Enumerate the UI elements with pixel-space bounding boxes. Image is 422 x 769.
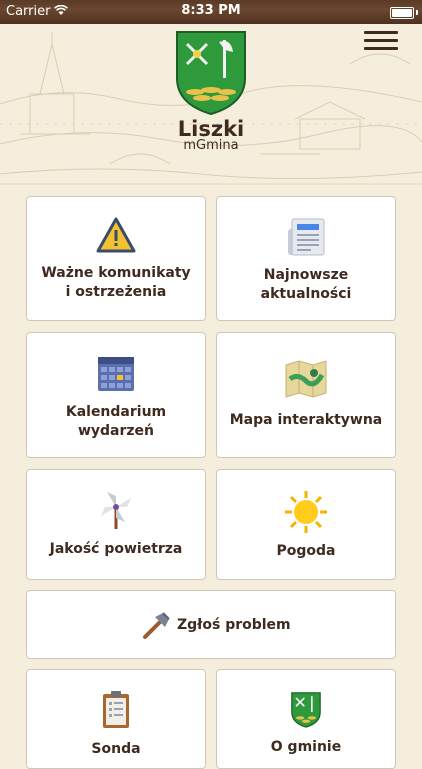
clock: 8:33 PM <box>181 3 241 18</box>
newspaper-icon <box>288 218 325 256</box>
status-bar: Carrier 8:33 PM <box>0 0 422 24</box>
battery-cap <box>416 10 418 15</box>
tile-alerts-label-line2: i ostrzeżenia <box>65 284 167 300</box>
app-subtitle: mGmina <box>183 138 239 153</box>
tile-alerts-label: Ważne komunikaty i ostrzeżenia <box>33 264 199 302</box>
tile-air-quality[interactable]: Jakość powietrza <box>26 469 206 580</box>
tile-alerts[interactable]: Ważne komunikaty i ostrzeżenia <box>26 196 206 321</box>
tile-calendar[interactable]: Kalendarium wydarzeń <box>26 332 206 458</box>
tile-about-label: O gminie <box>270 739 342 755</box>
pinwheel-icon <box>101 492 131 529</box>
menu-icon[interactable] <box>364 30 398 52</box>
tile-report-problem[interactable]: Zgłoś problem <box>26 590 396 659</box>
map-icon <box>285 360 327 398</box>
tile-poll[interactable]: Sonda <box>26 669 206 769</box>
tile-news-label-line1: Najnowsze <box>263 267 349 283</box>
tile-about[interactable]: O gminie <box>216 669 396 769</box>
tile-news-label-line2: aktualności <box>260 286 352 302</box>
coat-of-arms-icon <box>291 692 321 728</box>
tile-air-quality-label: Jakość powietrza <box>49 541 183 557</box>
tile-calendar-label-line1: Kalendarium <box>65 404 167 420</box>
tile-report-problem-label: Zgłoś problem <box>177 617 291 633</box>
battery-icon <box>390 7 414 19</box>
calendar-icon <box>98 357 134 391</box>
tile-weather-label: Pogoda <box>276 543 336 559</box>
tile-news[interactable]: Najnowsze aktualności <box>216 196 396 321</box>
hammer-icon <box>143 612 170 639</box>
tile-weather[interactable]: Pogoda <box>216 469 396 580</box>
tile-map-label: Mapa interaktywna <box>229 412 383 428</box>
tile-calendar-label-line2: wydarzeń <box>77 423 155 439</box>
tile-alerts-label-line1: Ważne komunikaty <box>41 265 191 281</box>
sun-icon <box>285 491 327 533</box>
tile-map[interactable]: Mapa interaktywna <box>216 332 396 458</box>
tile-calendar-label: Kalendarium wydarzeń <box>33 403 199 441</box>
warning-triangle-icon <box>96 217 136 253</box>
coat-of-arms-logo <box>176 31 246 116</box>
clipboard-icon <box>103 691 129 728</box>
tile-news-label: Najnowsze aktualności <box>223 266 389 304</box>
